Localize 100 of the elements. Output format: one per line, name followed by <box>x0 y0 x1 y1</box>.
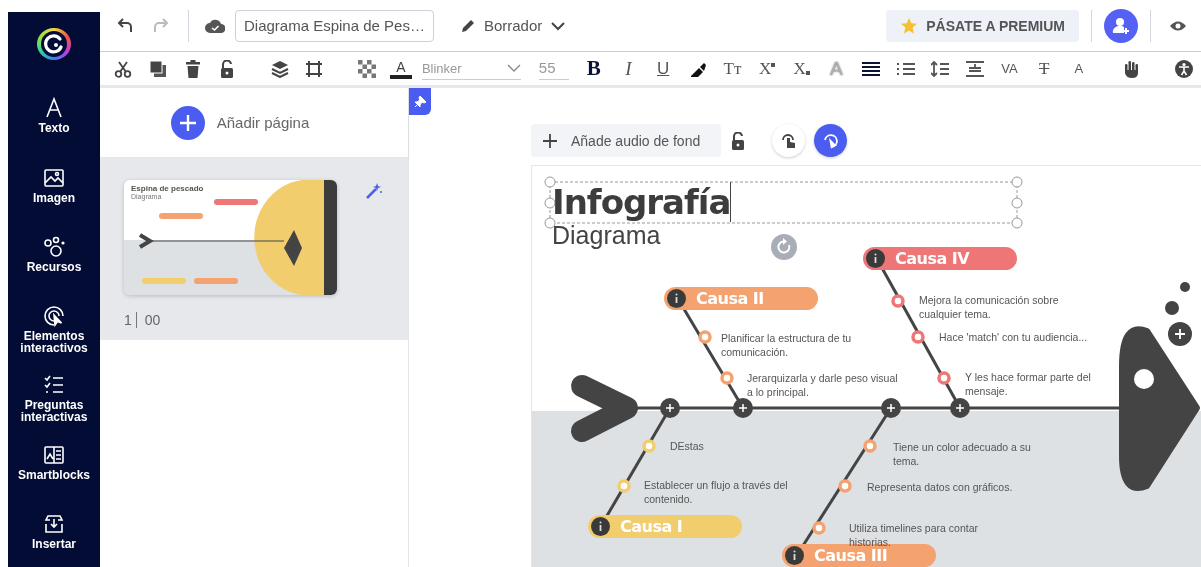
bullet-dot <box>617 479 631 493</box>
cause-item-text: Mejora la comunicación sobre cualquier tema. <box>919 293 1060 321</box>
resize-handle[interactable] <box>544 176 556 188</box>
info-icon <box>785 546 804 565</box>
sidebar-item[interactable]: Smartblocks <box>8 442 100 498</box>
chevron-down-icon <box>550 20 567 31</box>
subscript-button[interactable]: X <box>784 53 819 84</box>
add-user-icon <box>1111 15 1131 36</box>
info-icon <box>591 517 610 536</box>
trash-icon <box>184 59 201 78</box>
chevron-down-icon <box>506 64 521 72</box>
add-page-button[interactable]: Añadir página <box>164 104 316 141</box>
cause-item-text: Planificar la estructura de tu comunicación. <box>721 331 853 359</box>
magic-wand-icon[interactable] <box>365 182 383 200</box>
padlock-icon <box>220 59 235 78</box>
padlock-icon <box>730 131 745 150</box>
thumbnail-title: Espina de pescado <box>131 184 204 193</box>
cause-item-text: Representa datos con gráficos. <box>867 480 1014 494</box>
info-icon <box>667 289 686 308</box>
align-justify-icon <box>861 60 880 77</box>
cause-item-text: DEstas <box>670 439 705 453</box>
underline-button[interactable]: U <box>645 53 681 84</box>
bullet-dot <box>812 521 826 535</box>
cause-title: Causa I <box>620 517 683 536</box>
cause-item-text: Y les hace formar parte del mensaje. <box>965 370 1092 398</box>
cause-title: Causa IV <box>895 249 970 268</box>
page-duration: 00 <box>144 312 161 328</box>
sidebar-item[interactable]: Preguntas interactivas <box>8 373 100 429</box>
status-dropdown[interactable]: Borrador <box>453 16 573 35</box>
bullet-dot <box>891 294 905 308</box>
plus-node-icon[interactable] <box>950 398 970 418</box>
resize-handle[interactable] <box>544 217 556 229</box>
fish-tail <box>571 375 638 442</box>
superscript-button[interactable]: X <box>749 53 785 84</box>
audio-field[interactable]: Añade audio de fond <box>531 124 721 157</box>
pencil-icon <box>459 17 476 34</box>
line-spacing-icon <box>931 60 950 77</box>
slide-title: Infografía <box>552 182 732 222</box>
bullet-dot <box>863 439 877 453</box>
sidebar-item[interactable]: Imagen <box>8 165 100 221</box>
plus-icon <box>170 105 205 140</box>
resize-handle[interactable] <box>544 197 556 209</box>
add-user-button[interactable] <box>1104 8 1138 43</box>
clear-format-button[interactable]: T <box>1026 53 1062 84</box>
document-title-field[interactable]: Diagrama Espina de Pes… <box>235 9 434 42</box>
cause-item-text: Establecer un flujo a través del contenido. <box>644 478 789 506</box>
resize-handle[interactable] <box>1011 197 1023 209</box>
bubble <box>1165 301 1179 315</box>
bullet-dot <box>937 371 951 385</box>
cause-title: Causa II <box>696 289 764 308</box>
text-color-button[interactable]: A <box>390 58 412 79</box>
sidebar-item[interactable]: Insertar <box>8 511 100 567</box>
plus-node-icon[interactable] <box>733 398 753 418</box>
bullet-dot <box>642 439 656 453</box>
pin-button[interactable] <box>409 88 431 115</box>
italic-button[interactable]: I <box>611 53 646 84</box>
sidebar-item[interactable]: Texto <box>8 96 100 152</box>
premium-button[interactable]: PÁSATE A PREMIUM <box>886 9 1079 42</box>
logo-icon[interactable] <box>37 28 71 61</box>
sidebar-item[interactable]: Elementos interactivos <box>8 304 100 360</box>
bullet-dot <box>720 371 734 385</box>
interaction-button[interactable] <box>814 124 847 157</box>
rotate-handle-icon[interactable] <box>771 234 797 260</box>
bullet-dot <box>838 479 852 493</box>
plus-icon <box>543 133 557 148</box>
eye-icon <box>1169 19 1187 32</box>
tap-hand-icon <box>779 131 798 150</box>
cause-item-text: Jerarquizarla y darle peso visual a lo principal. <box>747 371 899 399</box>
bubble <box>1180 282 1190 292</box>
cause-item-text: Tiene un color adecuado a su tema. <box>893 440 1032 468</box>
slide-subtitle: Diagrama <box>552 221 661 250</box>
scissors-icon <box>114 59 133 78</box>
list-icon <box>896 60 915 77</box>
resize-handle[interactable] <box>1011 176 1023 188</box>
redo-icon <box>152 16 170 35</box>
cause-item-text: Hace 'match' con tu audiencia... <box>939 330 1089 344</box>
undo-icon <box>116 16 134 35</box>
cursor-click-icon <box>821 131 840 150</box>
plus-node-icon[interactable] <box>660 398 680 418</box>
target-cursor-icon <box>42 304 66 329</box>
text-case-button[interactable]: Tт <box>715 53 750 84</box>
star-icon <box>900 16 919 35</box>
circles-icon <box>42 234 66 259</box>
cause-title: Causa III <box>814 546 888 565</box>
plus-node-icon[interactable] <box>1168 322 1192 346</box>
sidebar-item[interactable]: Recursos <box>8 234 100 291</box>
page-number: 1 <box>124 312 132 328</box>
pin-icon <box>414 95 426 108</box>
bullet-dot <box>911 330 925 344</box>
hand-icon <box>1122 59 1141 78</box>
accessibility-icon <box>1174 59 1193 78</box>
paragraph-spacing-icon <box>965 60 984 77</box>
spell-check-button[interactable]: A <box>1061 53 1097 84</box>
plus-node-icon[interactable] <box>881 398 901 418</box>
resize-handle[interactable] <box>1011 217 1023 229</box>
tap-button[interactable] <box>772 124 805 157</box>
letter-spacing-button[interactable]: VA <box>992 53 1027 84</box>
layers-icon <box>270 59 289 78</box>
bold-button[interactable]: B <box>576 53 612 84</box>
info-icon <box>866 249 885 268</box>
